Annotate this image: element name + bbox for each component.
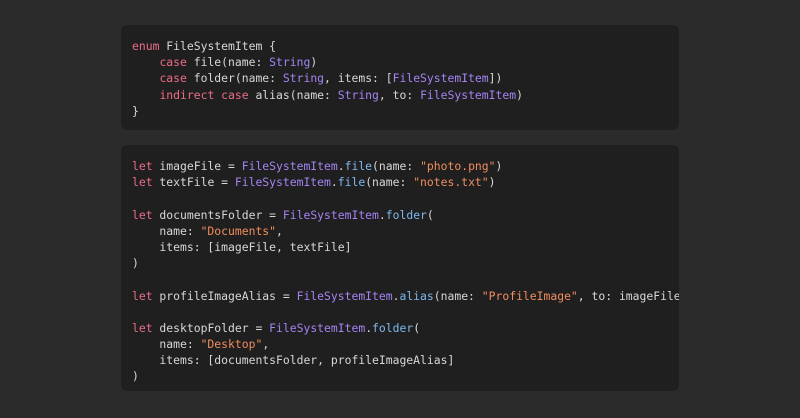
- code-type: String: [337, 87, 379, 102]
- code-text: .: [378, 207, 386, 222]
- code-function: folder: [372, 320, 414, 335]
- code-text: (: [413, 320, 421, 335]
- code-string: "Documents": [200, 223, 277, 238]
- code-string: "ProfileImage": [481, 288, 578, 303]
- code-text: ): [495, 159, 503, 173]
- code-line: indirect case alias(name: String, to: Fi…: [132, 87, 679, 103]
- code-text: name:: [132, 337, 201, 352]
- code-type: FileSystemItem: [392, 71, 489, 86]
- code-text: , to:: [378, 87, 421, 102]
- code-type: FileSystemItem: [241, 159, 338, 173]
- code-line: name: "Documents",: [132, 223, 679, 239]
- code-line: let imageFile = FileSystemItem.file(name…: [132, 158, 679, 174]
- code-line: case folder(name: String, items: [FileSy…: [132, 70, 679, 86]
- code-text: ]): [488, 71, 503, 86]
- code-block-enum-declaration: enum FileSystemItem { case file(name: St…: [121, 25, 679, 130]
- code-text: profileImageAlias =: [152, 288, 297, 303]
- code-function: file: [337, 175, 366, 190]
- code-type: FileSystemItem: [420, 87, 517, 102]
- code-line: }: [132, 103, 679, 119]
- code-text: textFile =: [152, 175, 235, 190]
- code-text: ,: [276, 223, 283, 238]
- code-line: let profileImageAlias = FileSystemItem.a…: [132, 288, 679, 304]
- code-line: enum FileSystemItem {: [132, 38, 679, 54]
- code-text: file(name:: [186, 55, 270, 70]
- code-line: let desktopFolder = FileSystemItem.folde…: [132, 320, 679, 336]
- code-text: FileSystemItem {: [159, 39, 277, 53]
- code-text: ): [488, 175, 496, 190]
- code-keyword: let: [132, 207, 153, 222]
- code-text: ): [310, 55, 318, 70]
- code-text: .: [330, 175, 338, 190]
- code-line: case file(name: String): [132, 54, 679, 70]
- code-line: ): [132, 255, 679, 271]
- code-line: let textFile = FileSystemItem.file(name:…: [132, 174, 679, 190]
- code-keyword: enum: [132, 39, 160, 53]
- code-string: "Desktop": [200, 337, 263, 352]
- code-text: ): [516, 87, 523, 102]
- code-string: "photo.png": [420, 159, 496, 173]
- code-keyword: case: [159, 71, 187, 86]
- code-function: alias: [399, 288, 434, 303]
- code-text: ,: [262, 337, 270, 352]
- code-type: String: [282, 71, 325, 86]
- code-text: alias(name:: [248, 87, 338, 102]
- code-text: desktopFolder =: [152, 320, 270, 335]
- code-keyword: let: [132, 175, 153, 190]
- code-type: FileSystemItem: [282, 207, 379, 222]
- code-text: ): [132, 369, 139, 384]
- code-text: imageFile =: [152, 159, 242, 173]
- code-line: items: [documentsFolder, profileImageAli…: [132, 352, 679, 368]
- code-text: (name:: [433, 288, 482, 303]
- code-text: (name:: [372, 159, 421, 173]
- code-function: file: [344, 159, 373, 173]
- code-keyword: let: [132, 320, 153, 335]
- code-type: FileSystemItem: [269, 320, 366, 335]
- code-type: FileSystemItem: [296, 288, 393, 303]
- code-keyword: indirect case: [159, 87, 249, 102]
- code-text: documentsFolder =: [152, 207, 283, 222]
- code-type: String: [269, 55, 311, 70]
- code-text: name:: [132, 223, 201, 238]
- code-function: folder: [385, 207, 427, 222]
- code-text: .: [337, 159, 345, 173]
- page: enum FileSystemItem { case file(name: St…: [0, 0, 800, 418]
- code-text: , items: [: [324, 71, 393, 86]
- code-string: "notes.txt": [413, 175, 489, 190]
- code-text: ): [132, 256, 139, 271]
- code-line: name: "Desktop",: [132, 336, 679, 352]
- code-text: }: [132, 103, 139, 118]
- code-text: (: [426, 207, 434, 222]
- code-keyword: let: [132, 159, 153, 173]
- code-text: , to: imageFile): [577, 288, 679, 303]
- code-line: let documentsFolder = FileSystemItem.fol…: [132, 207, 679, 223]
- code-text: (name:: [365, 175, 414, 190]
- code-block-usage-examples: let imageFile = FileSystemItem.file(name…: [121, 145, 679, 391]
- code-keyword: case: [159, 55, 187, 70]
- code-text: items: [imageFile, textFile]: [132, 239, 352, 254]
- code-type: FileSystemItem: [234, 175, 331, 190]
- code-text: items: [documentsFolder, profileImageAli…: [132, 353, 455, 368]
- code-keyword: let: [132, 288, 153, 303]
- code-line: items: [imageFile, textFile]: [132, 239, 679, 255]
- code-line: ): [132, 368, 679, 384]
- code-text: folder(name:: [186, 71, 283, 86]
